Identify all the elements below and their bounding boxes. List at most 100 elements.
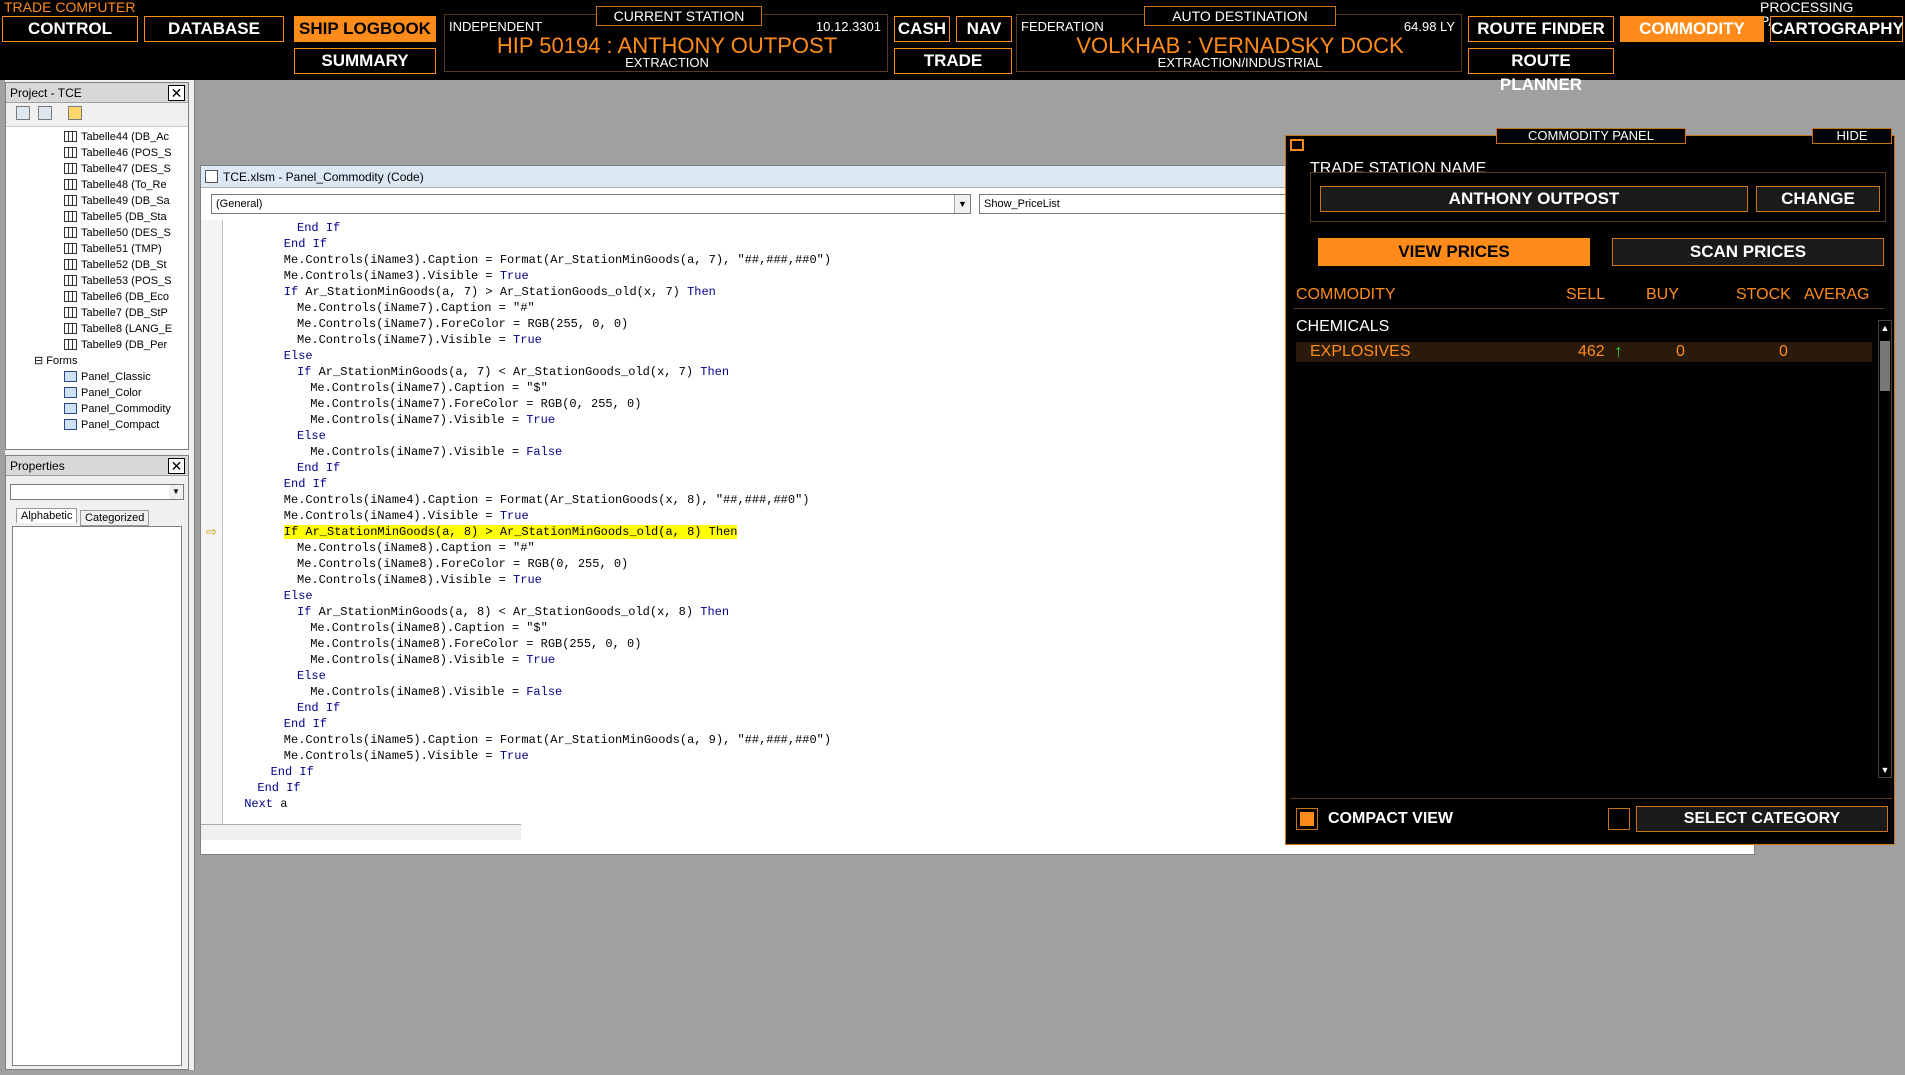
code-line[interactable]: Next a [231,796,831,812]
category-checkbox[interactable] [1608,808,1630,830]
column-stock[interactable]: STOCK [1736,286,1791,304]
tree-item[interactable]: Tabelle53 (POS_S [64,273,188,289]
route-planner-button[interactable]: ROUTE PLANNER [1468,48,1614,94]
code-line[interactable]: Me.Controls(iName4).Caption = Format(Ar_… [231,492,831,508]
code-line[interactable]: Me.Controls(iName7).ForeColor = RGB(255,… [231,316,831,332]
tree-item[interactable]: Tabelle5 (DB_Sta [64,209,188,225]
code-line[interactable]: If Ar_StationMinGoods(a, 7) < Ar_Station… [231,364,831,380]
control-button[interactable]: CONTROL [2,16,138,42]
object-combo[interactable]: (General) ▼ [211,194,971,214]
code-line[interactable]: Me.Controls(iName7).Visible = True [231,332,831,348]
cash-button[interactable]: CASH [894,16,950,42]
tree-item[interactable]: Tabelle6 (DB_Eco [64,289,188,305]
code-line[interactable]: Me.Controls(iName4).Visible = True [231,508,831,524]
code-line[interactable]: If Ar_StationMinGoods(a, 7) > Ar_Station… [231,284,831,300]
tree-item[interactable]: Tabelle50 (DES_S [64,225,188,241]
tree-item[interactable]: Tabelle8 (LANG_E [64,321,188,337]
tree-item[interactable]: Tabelle48 (To_Re [64,177,188,193]
toggle-folders-icon[interactable] [68,106,82,120]
code-line[interactable]: End If [231,716,831,732]
tree-folder-forms[interactable]: ⊟ Forms [34,353,188,369]
code-line[interactable]: Me.Controls(iName8).ForeColor = RGB(255,… [231,636,831,652]
close-icon[interactable]: ✕ [168,458,185,474]
horizontal-scrollbar[interactable] [201,824,521,840]
collapse-icon[interactable]: ⊟ [34,355,46,367]
hide-button[interactable]: HIDE [1812,128,1892,144]
row-commodity: EXPLOSIVES [1310,343,1411,360]
view-code-icon[interactable] [16,106,30,120]
column-buy[interactable]: BUY [1646,286,1679,304]
ship-logbook-button[interactable]: SHIP LOGBOOK [294,16,436,42]
object-combo[interactable]: ▼ [10,484,184,500]
code-line[interactable]: Else [231,348,831,364]
close-icon[interactable]: ✕ [168,85,185,101]
summary-button[interactable]: SUMMARY [294,48,436,74]
scroll-thumb[interactable] [1880,341,1890,391]
route-finder-button[interactable]: ROUTE FINDER [1468,16,1614,42]
tree-item[interactable]: Tabelle49 (DB_Sa [64,193,188,209]
code-line[interactable]: Me.Controls(iName7).Caption = "#" [231,300,831,316]
select-category-button[interactable]: SELECT CATEGORY [1636,806,1888,832]
code-line[interactable]: Me.Controls(iName3).Caption = Format(Ar_… [231,252,831,268]
code-line[interactable]: End If [231,476,831,492]
commodity-button[interactable]: COMMODITY [1620,16,1764,42]
code-line[interactable]: Me.Controls(iName7).Caption = "$" [231,380,831,396]
code-line[interactable]: Me.Controls(iName5).Caption = Format(Ar_… [231,732,831,748]
code-line[interactable]: Me.Controls(iName7).ForeColor = RGB(0, 2… [231,396,831,412]
code-line[interactable]: Me.Controls(iName8).Visible = True [231,572,831,588]
station-name-field[interactable]: ANTHONY OUTPOST [1320,186,1748,212]
code-line[interactable]: Me.Controls(iName7).Visible = False [231,444,831,460]
code-line[interactable]: Else [231,668,831,684]
code-line[interactable]: Me.Controls(iName8).Caption = "$" [231,620,831,636]
code-line[interactable]: End If [231,460,831,476]
code-line[interactable]: Me.Controls(iName7).Visible = True [231,412,831,428]
database-button[interactable]: DATABASE [144,16,284,42]
code-line[interactable]: End If [231,700,831,716]
tree-item[interactable]: Tabelle47 (DES_S [64,161,188,177]
tree-item[interactable]: Tabelle46 (POS_S [64,145,188,161]
tree-item[interactable]: Tabelle51 (TMP) [64,241,188,257]
code-line[interactable]: End If [231,220,831,236]
column-commodity[interactable]: COMMODITY [1296,286,1396,304]
column-average[interactable]: AVERAG [1804,286,1870,304]
compact-view-checkbox[interactable] [1296,808,1318,830]
tree-item[interactable]: Tabelle7 (DB_StP [64,305,188,321]
code-line[interactable]: Me.Controls(iName5).Visible = True [231,748,831,764]
column-sell[interactable]: SELL [1566,286,1605,304]
change-button[interactable]: CHANGE [1756,186,1880,212]
code-line[interactable]: Else [231,588,831,604]
tree-item[interactable]: Tabelle44 (DB_Ac [64,129,188,145]
scroll-down-icon[interactable]: ▼ [1880,765,1890,775]
view-object-icon[interactable] [38,106,52,120]
code-text: End If [283,477,328,491]
tree-item[interactable]: Panel_Compact [64,417,188,433]
scan-prices-button[interactable]: SCAN PRICES [1612,238,1884,266]
tree-item[interactable]: Panel_Classic [64,369,188,385]
code-line[interactable]: If Ar_StationMinGoods(a, 8) > Ar_Station… [231,524,831,540]
view-prices-button[interactable]: VIEW PRICES [1318,238,1590,266]
tree-item[interactable]: Panel_Commodity [64,401,188,417]
code-line[interactable]: Else [231,428,831,444]
tab-categorized[interactable]: Categorized [80,510,150,526]
code-line[interactable]: End If [231,780,831,796]
code-line[interactable]: End If [231,764,831,780]
code-line[interactable]: Me.Controls(iName8).Caption = "#" [231,540,831,556]
code-line[interactable]: If Ar_StationMinGoods(a, 8) < Ar_Station… [231,604,831,620]
sheet-icon [64,243,77,254]
code-line[interactable]: Me.Controls(iName8).Visible = True [231,652,831,668]
code-text: Me.Controls(iName7).ForeColor = RGB(255,… [297,317,629,331]
scroll-up-icon[interactable]: ▲ [1880,323,1890,333]
tree-item[interactable]: Panel_Color [64,385,188,401]
code-line[interactable]: End If [231,236,831,252]
tree-item[interactable]: Tabelle9 (DB_Per [64,337,188,353]
code-line[interactable]: Me.Controls(iName8).Visible = False [231,684,831,700]
tab-alphabetic[interactable]: Alphabetic [16,508,78,523]
nav-button[interactable]: NAV [956,16,1012,42]
code-line[interactable]: Me.Controls(iName8).ForeColor = RGB(0, 2… [231,556,831,572]
cartography-button[interactable]: CARTOGRAPHY [1770,16,1904,42]
table-row[interactable]: EXPLOSIVES 462 ↑ 0 0 [1296,341,1872,362]
trade-button[interactable]: TRADE [894,48,1012,74]
code-line[interactable]: Me.Controls(iName3).Visible = True [231,268,831,284]
tree-item[interactable]: Tabelle52 (DB_St [64,257,188,273]
vertical-scrollbar[interactable]: ▲ ▼ [1878,320,1892,778]
